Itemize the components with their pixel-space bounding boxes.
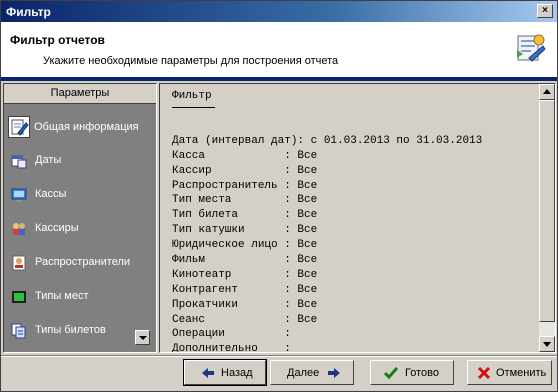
sidebar-item-label: Даты bbox=[35, 154, 62, 166]
report-row: Сеанс : Все bbox=[172, 313, 318, 326]
report-row: Контрагент : Все bbox=[172, 283, 318, 296]
sidebar-item-label: Распространители bbox=[35, 256, 131, 268]
report-row: Юридическое лицо : Все bbox=[172, 239, 318, 252]
arrow-right-icon bbox=[328, 368, 340, 378]
cancel-button-label: Отменить bbox=[496, 367, 547, 379]
sidebar-item-cash-desks[interactable]: Кассы bbox=[4, 178, 156, 212]
done-button-label: Готово bbox=[405, 367, 439, 379]
window-title: Фильтр bbox=[6, 5, 51, 19]
seat-type-icon bbox=[12, 291, 26, 303]
report-row: Операции : bbox=[172, 328, 291, 341]
sidebar-item-label: Типы билетов bbox=[35, 324, 106, 336]
contact-card-icon bbox=[12, 255, 26, 271]
report-row: Тип места : Все bbox=[172, 194, 318, 207]
cancel-button[interactable]: Отменить bbox=[467, 360, 552, 385]
sidebar-item-ticket-types[interactable]: Типы билетов bbox=[4, 314, 156, 348]
report-scrollbar[interactable] bbox=[539, 84, 555, 352]
checkmark-icon bbox=[384, 367, 398, 380]
header-title: Фильтр отчетов bbox=[10, 33, 105, 47]
scroll-up-button[interactable] bbox=[539, 84, 555, 100]
filter-dialog: Фильтр × Фильтр отчетов Укажите необходи… bbox=[0, 0, 558, 392]
sidebar-scroll-down-button[interactable] bbox=[135, 330, 150, 345]
sidebar-item-general[interactable]: Общая информация bbox=[4, 110, 156, 144]
header-divider bbox=[1, 77, 557, 81]
sidebar-item-seat-types[interactable]: Типы мест bbox=[4, 280, 156, 314]
sidebar-item-label: Типы мест bbox=[35, 290, 89, 302]
sidebar-item-dates[interactable]: Даты bbox=[4, 144, 156, 178]
report-row: Дата (интервал дат): с 01.03.2013 по 31.… bbox=[172, 134, 483, 147]
report-row: Прокатчики : Все bbox=[172, 298, 318, 311]
header-panel: Фильтр отчетов Укажите необходимые парам… bbox=[1, 22, 557, 77]
parameters-sidebar: Параметры Общая информация Даты Кассы Ка… bbox=[3, 83, 157, 353]
computer-icon bbox=[11, 188, 27, 202]
report-text: Фильтр Дата (интервал дат): с 01.03.2013… bbox=[172, 89, 483, 353]
scroll-thumb[interactable] bbox=[539, 100, 555, 322]
header-subtitle: Укажите необходимые параметры для постро… bbox=[43, 55, 339, 67]
report-row: Тип катушки : Все bbox=[172, 224, 318, 237]
back-button[interactable]: Назад bbox=[183, 359, 267, 386]
users-icon bbox=[13, 223, 25, 235]
sidebar-heading: Параметры bbox=[4, 84, 156, 104]
report-row: Дополнительно : bbox=[172, 343, 291, 353]
next-button[interactable]: Далее bbox=[270, 360, 354, 385]
footer-divider bbox=[1, 355, 557, 357]
arrow-left-icon bbox=[202, 368, 214, 378]
report-row: Тип билета : Все bbox=[172, 209, 318, 222]
calendar-icon bbox=[11, 155, 27, 169]
sidebar-item-distributors[interactable]: Распространители bbox=[4, 246, 156, 280]
report-tab-filter: Фильтр bbox=[172, 89, 215, 108]
close-button[interactable]: × bbox=[537, 4, 553, 18]
sidebar-item-label: Кассиры bbox=[35, 222, 79, 234]
report-row: Кинотеатр : Все bbox=[172, 268, 318, 281]
sidebar-item-label: Кассы bbox=[35, 188, 67, 200]
wizard-icon bbox=[517, 34, 546, 62]
report-preview: Фильтр Дата (интервал дат): с 01.03.2013… bbox=[159, 83, 556, 353]
report-row: Кассир : Все bbox=[172, 164, 318, 177]
report-row: Касса : Все bbox=[172, 149, 318, 162]
back-button-label: Назад bbox=[221, 367, 253, 379]
report-row: Распространитель : Все bbox=[172, 179, 318, 192]
done-button[interactable]: Готово bbox=[370, 360, 454, 385]
scroll-down-button[interactable] bbox=[539, 336, 555, 352]
edit-document-icon bbox=[8, 116, 30, 138]
report-row: Фильм : Все bbox=[172, 254, 318, 267]
title-bar[interactable]: Фильтр × bbox=[1, 1, 557, 22]
sidebar-item-cashiers[interactable]: Кассиры bbox=[4, 212, 156, 246]
cancel-x-icon bbox=[477, 366, 491, 380]
next-button-label: Далее bbox=[287, 367, 320, 379]
tickets-icon bbox=[11, 323, 26, 339]
sidebar-item-label: Общая информация bbox=[34, 121, 139, 133]
